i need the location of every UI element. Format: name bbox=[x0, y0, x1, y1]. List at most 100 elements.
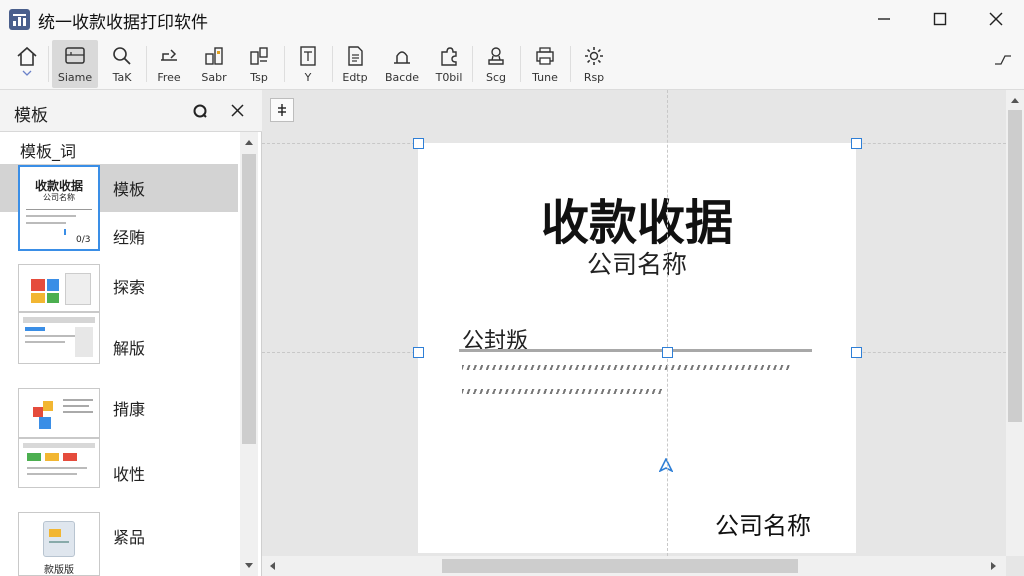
chevron-down-icon bbox=[22, 70, 32, 76]
template-thumbnail[interactable] bbox=[18, 312, 100, 364]
placeholder-text-line bbox=[462, 365, 792, 370]
table-icon bbox=[205, 47, 223, 65]
list-item-label: 解版 bbox=[113, 339, 146, 358]
scroll-left-icon[interactable] bbox=[268, 561, 276, 571]
selection-handle[interactable] bbox=[662, 347, 673, 358]
template-thumbnail[interactable]: 收款收据 公司名称 0/3 bbox=[18, 165, 100, 251]
toolbar-button-tak[interactable]: TaK bbox=[100, 40, 144, 88]
scrollbar-thumb[interactable] bbox=[442, 559, 798, 573]
toolbar-button-t0bil[interactable]: T0bil bbox=[428, 40, 470, 88]
ruler-icon bbox=[278, 104, 286, 116]
toolbar-label: Free bbox=[157, 71, 181, 84]
connector-icon bbox=[995, 55, 1011, 65]
footer-company-name[interactable]: 公司名称 bbox=[715, 506, 811, 541]
toolbar-label: Scg bbox=[485, 71, 506, 84]
list-item-label: 经贿 bbox=[113, 228, 146, 247]
toolbar-button-siame[interactable]: Siame bbox=[52, 40, 98, 88]
minimize-button[interactable] bbox=[856, 0, 912, 38]
stamp-icon bbox=[488, 47, 504, 65]
design-canvas[interactable]: 收款收据 公司名称 公封叛 公司名称 bbox=[262, 90, 1024, 576]
company-name[interactable]: 公司名称 bbox=[418, 245, 856, 281]
barcode-icon bbox=[394, 51, 410, 64]
toolbar-label: Tsp bbox=[250, 71, 268, 84]
free-icon bbox=[161, 49, 177, 61]
printer-icon bbox=[536, 47, 554, 65]
scroll-right-icon[interactable] bbox=[990, 561, 998, 571]
panel-title: 模板 bbox=[14, 106, 48, 126]
selection-handle[interactable] bbox=[413, 347, 424, 358]
thumbnail-caption: 款版版 bbox=[44, 565, 74, 576]
toolbar-label: Tune bbox=[532, 71, 558, 84]
toolbar-label: Bacde bbox=[384, 71, 420, 84]
template-thumbnail[interactable] bbox=[18, 388, 100, 438]
search-icon bbox=[113, 47, 131, 65]
window-title: 统一收款收据打印软件 bbox=[38, 13, 208, 33]
toolbar-button-tsp[interactable]: Tsp bbox=[238, 40, 280, 88]
refresh-icon[interactable] bbox=[192, 103, 208, 119]
list-item-label: 揹康 bbox=[113, 400, 146, 419]
toolbar-label: TaK bbox=[112, 71, 132, 84]
placeholder-text-line bbox=[462, 389, 662, 394]
toolbar-overflow-button[interactable] bbox=[990, 40, 1016, 88]
app-window: 统一收款收据打印软件 Siame TaK Free Sabr Tsp Y Edt… bbox=[0, 0, 1024, 576]
canvas-horizontal-scrollbar[interactable] bbox=[262, 556, 1006, 576]
template-list: 模板_词 模板 经贿 探索 解版 揹康 收性 紧品 收款收据 公司名称 0/3 … bbox=[0, 132, 240, 576]
scrollbar-thumb[interactable] bbox=[1008, 110, 1022, 422]
list-item-label: 紧品 bbox=[113, 528, 146, 547]
signature-line bbox=[459, 349, 812, 352]
panel-close-icon[interactable] bbox=[231, 104, 244, 117]
scroll-up-icon[interactable] bbox=[244, 138, 254, 146]
toolbar-label: T0bil bbox=[435, 71, 463, 84]
toolbar-label: Edtp bbox=[342, 71, 368, 84]
toolbar-button-edtp[interactable]: Edtp bbox=[334, 40, 376, 88]
home-icon bbox=[17, 46, 37, 66]
text-icon bbox=[300, 46, 316, 66]
document-icon bbox=[348, 46, 363, 66]
app-logo-icon bbox=[9, 9, 30, 30]
panel-scrollbar[interactable] bbox=[240, 132, 258, 576]
maximize-icon bbox=[933, 12, 947, 26]
anchor-icon[interactable] bbox=[659, 458, 673, 472]
template-thumbnail[interactable] bbox=[18, 438, 100, 488]
title-bar: 统一收款收据打印软件 bbox=[0, 0, 1024, 38]
selection-handle[interactable] bbox=[851, 138, 862, 149]
list-item-label: 探索 bbox=[113, 278, 146, 297]
receipt-page[interactable]: 收款收据 公司名称 公封叛 公司名称 bbox=[418, 143, 856, 553]
list-item-label: 模板 bbox=[113, 180, 146, 199]
selection-handle[interactable] bbox=[413, 138, 424, 149]
template-panel: 模板 模板_词 模板 经贿 探索 解版 揹康 收性 紧品 收款收据 公司名称 0… bbox=[0, 90, 262, 576]
toolbar-button-tune[interactable]: Tune bbox=[524, 40, 566, 88]
scroll-down-icon[interactable] bbox=[244, 562, 254, 570]
puzzle-icon bbox=[441, 47, 457, 66]
thumbnail-subtitle: 公司名称 bbox=[43, 193, 75, 202]
scroll-up-icon[interactable] bbox=[1010, 96, 1020, 104]
toolbar-button-free[interactable]: Free bbox=[148, 40, 190, 88]
panel-header: 模板 bbox=[0, 90, 262, 132]
gear-icon bbox=[585, 47, 603, 65]
toolbar-button-rsp[interactable]: Rsp bbox=[574, 40, 614, 88]
template-thumbnail[interactable] bbox=[18, 264, 100, 312]
template-thumbnail[interactable]: 款版版 bbox=[18, 512, 100, 576]
selection-handle[interactable] bbox=[851, 347, 862, 358]
close-button[interactable] bbox=[968, 0, 1024, 38]
toolbar-label: Sabr bbox=[201, 71, 227, 84]
toolbar-button-bacde[interactable]: Bacde bbox=[380, 40, 424, 88]
maximize-button[interactable] bbox=[912, 0, 968, 38]
layout-icon bbox=[250, 47, 268, 65]
frame-icon bbox=[65, 47, 85, 64]
list-item-label: 收性 bbox=[113, 465, 146, 484]
toolbar: Siame TaK Free Sabr Tsp Y Edtp Bacde T0b… bbox=[0, 38, 1024, 90]
toolbar-button-y[interactable]: Y bbox=[288, 40, 328, 88]
toolbar-button-sabr[interactable]: Sabr bbox=[192, 40, 236, 88]
close-icon bbox=[989, 12, 1003, 26]
scrollbar-thumb[interactable] bbox=[242, 154, 256, 444]
group-title: 模板_词 bbox=[20, 142, 77, 161]
toolbar-label: Siame bbox=[57, 71, 93, 84]
ruler-toggle-button[interactable] bbox=[270, 98, 294, 122]
toolbar-button-scg[interactable]: Scg bbox=[476, 40, 516, 88]
canvas-vertical-scrollbar[interactable] bbox=[1006, 90, 1024, 556]
minimize-icon bbox=[878, 18, 890, 20]
toolbar-label: Rsp bbox=[583, 71, 605, 84]
receipt-title[interactable]: 收款收据 bbox=[418, 183, 856, 253]
home-button[interactable] bbox=[8, 40, 46, 88]
